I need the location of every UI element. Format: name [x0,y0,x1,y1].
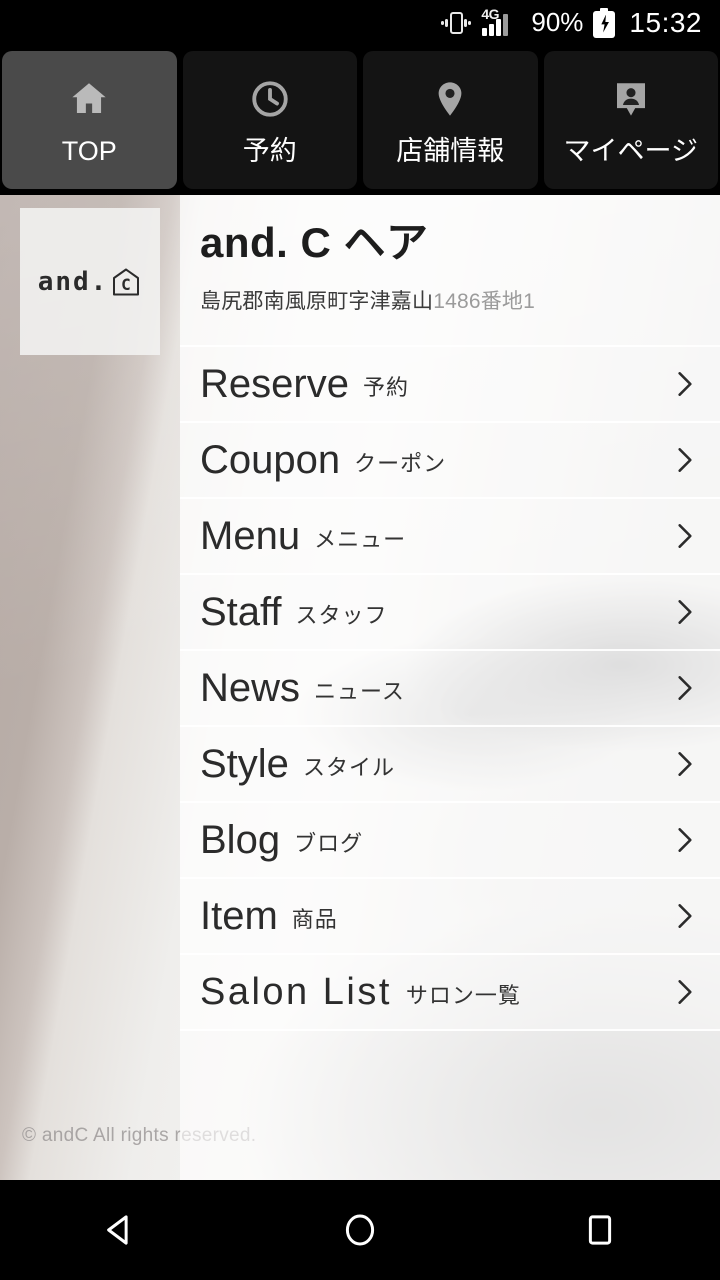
menu-item-label-en: Menu [200,514,301,558]
menu-item-label-en: Blog [200,818,281,862]
menu-item-label-en: News [200,666,301,710]
top-tab-bar: TOP 予約 店舗情報 マイページ [0,45,720,195]
nav-home-button[interactable] [300,1180,420,1280]
menu-item-label-ja: スタッフ [295,603,388,628]
menu-item-blog[interactable]: Blog ブログ [180,803,720,879]
salon-header: and. C ヘア 島尻郡南風原町字津嘉山1486番地1 [180,195,720,345]
tab-reserve-label: 予約 [242,135,297,166]
tab-store-info-label: 店舗情報 [396,135,505,166]
menu-item-coupon[interactable]: Coupon クーポン [180,423,720,499]
menu-item-label-en: Item [200,894,278,938]
nav-recents-button[interactable] [540,1180,660,1280]
menu-item-item[interactable]: Item 商品 [180,879,720,955]
menu-item-label-ja: サロン一覧 [405,983,521,1008]
chevron-right-icon [672,748,698,780]
logo-text: and. [37,266,109,297]
tab-my-page-label: マイページ [563,135,698,166]
logo: and. C [38,266,143,298]
menu-item-staff[interactable]: Staff スタッフ [180,575,720,651]
salon-address-main: 島尻郡南風原町字津嘉山 [200,290,434,314]
menu-item-label-ja: ニュース [314,679,405,704]
menu-item-news[interactable]: News ニュース [180,651,720,727]
menu-item-salon-list[interactable]: Salon List サロン一覧 [180,955,720,1031]
home-circle-icon [339,1209,381,1251]
chevron-right-icon [672,368,698,400]
status-bar: 4G 90% 15:32 [0,0,720,45]
chevron-right-icon [672,672,698,704]
tab-reserve[interactable]: 予約 [182,51,357,189]
salon-logo-card: and. C [20,208,160,355]
menu-item-style[interactable]: Style スタイル [180,727,720,803]
menu-item-label-ja: 予約 [362,375,409,400]
signal-bars-icon: 4G [481,6,521,38]
tab-top-label: TOP [61,135,117,166]
chevron-right-icon [672,444,698,476]
battery-percent-label: 90% [531,7,584,37]
battery-charging-icon [593,7,616,38]
chevron-right-icon [672,824,698,856]
clock-icon [247,76,293,122]
phone-screen: 4G 90% 15:32 TOP 予約 店舗情報 マイページ © andC Al… [0,0,720,1280]
salon-address: 島尻郡南風原町字津嘉山1486番地1 [200,285,720,315]
menu-item-label-en: Coupon [200,438,341,482]
menu-item-label-ja: クーポン [354,451,447,476]
home-icon [66,76,112,122]
menu-item-label-en: Style [200,742,289,786]
person-badge-icon [608,76,654,122]
tab-top[interactable]: TOP [2,51,177,189]
nav-back-button[interactable] [60,1180,180,1280]
vibrate-icon [441,9,472,37]
main-menu-list: Reserve 予約 Coupon クーポン Menu メニュー Staff ス… [180,345,720,1031]
tab-store-info[interactable]: 店舗情報 [363,51,538,189]
tab-my-page[interactable]: マイページ [543,51,718,189]
map-pin-icon [427,76,473,122]
content-panel: and. C ヘア 島尻郡南風原町字津嘉山1486番地1 Reserve 予約 … [180,195,720,1180]
recents-square-icon [579,1209,621,1251]
house-outline-icon: C [110,266,142,298]
menu-item-label-en: Reserve [200,362,349,406]
menu-item-label-ja: スタイル [302,755,395,780]
menu-item-label-ja: ブログ [294,831,364,856]
page-title: and. C ヘア [200,219,429,266]
menu-item-menu[interactable]: Menu メニュー [180,499,720,575]
menu-item-label-ja: 商品 [291,907,338,932]
svg-text:C: C [121,275,131,294]
chevron-right-icon [672,520,698,552]
back-triangle-icon [99,1209,141,1251]
menu-item-label-en: Salon List [200,971,392,1013]
salon-address-number: 1486番地1 [433,290,535,314]
menu-item-label-en: Staff [200,590,282,634]
chevron-right-icon [672,976,698,1008]
menu-item-label-ja: メニュー [314,527,407,552]
android-nav-bar [0,1180,720,1280]
menu-item-reserve[interactable]: Reserve 予約 [180,347,720,423]
chevron-right-icon [672,596,698,628]
status-clock: 15:32 [629,6,702,38]
chevron-right-icon [672,900,698,932]
